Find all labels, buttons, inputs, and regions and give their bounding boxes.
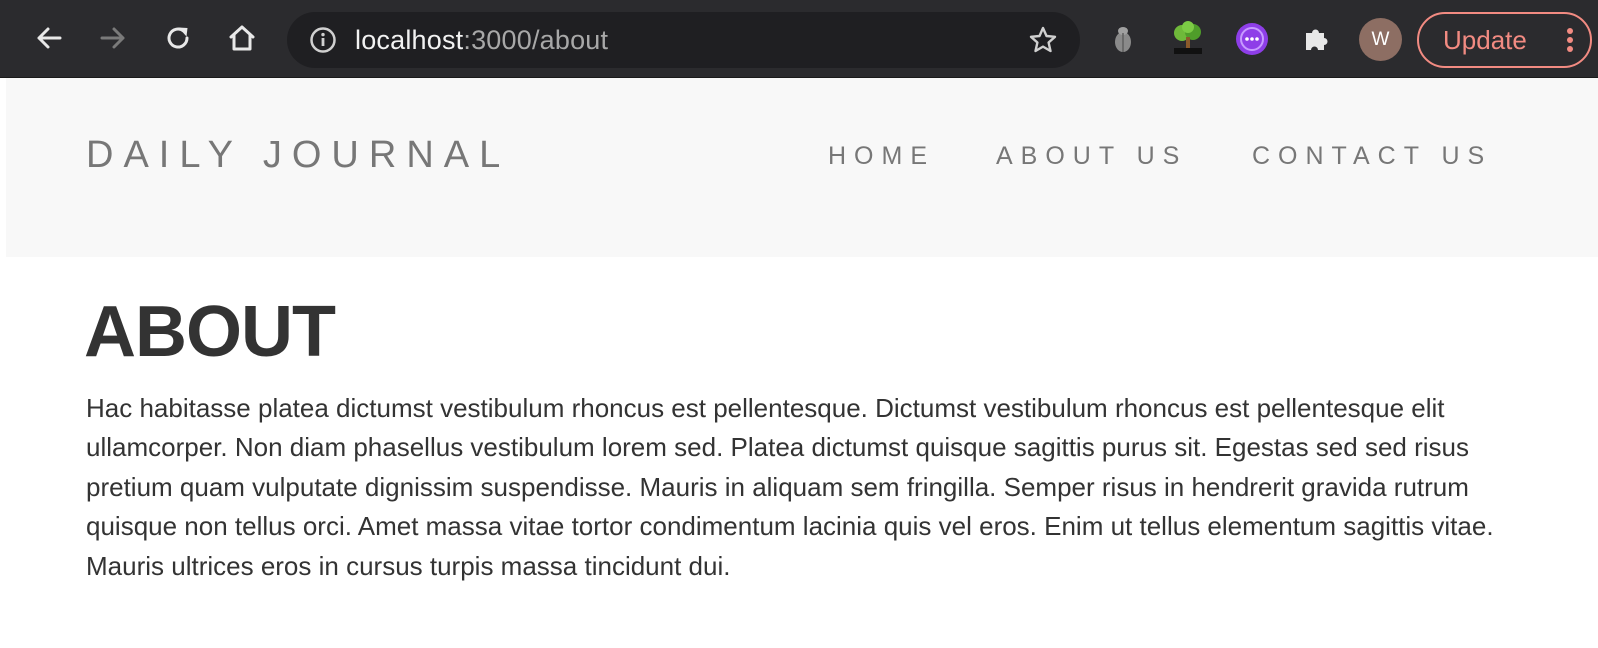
url-host: localhost xyxy=(355,25,464,55)
profile-avatar[interactable]: W xyxy=(1359,18,1402,61)
url-path: :3000/about xyxy=(463,25,609,55)
page-title: ABOUT xyxy=(84,292,336,372)
vertical-dots-icon[interactable] xyxy=(1566,27,1574,53)
nav-contact-link[interactable]: CONTACT US xyxy=(1252,142,1492,171)
extensions-button[interactable] xyxy=(1298,21,1334,57)
url-text[interactable]: localhost:3000/about xyxy=(355,25,608,56)
about-paragraph: Hac habitasse platea dictumst vestibulum… xyxy=(86,393,1494,581)
tree-extension-button[interactable] xyxy=(1170,21,1206,57)
browser-toolbar: localhost:3000/about W Update xyxy=(0,0,1598,78)
update-button[interactable]: Update xyxy=(1417,12,1592,68)
home-button[interactable] xyxy=(220,16,264,60)
back-button[interactable] xyxy=(27,16,71,60)
address-bar[interactable]: localhost:3000/about xyxy=(287,12,1080,68)
puzzle-icon xyxy=(1306,29,1328,50)
reload-icon xyxy=(167,27,189,49)
bug-extension-icon xyxy=(1115,27,1131,52)
bug-extension-button[interactable] xyxy=(1105,21,1141,57)
nav-about-link[interactable]: ABOUT US xyxy=(996,142,1187,171)
tree-extension-icon xyxy=(1174,21,1202,54)
arrow-left-icon xyxy=(37,27,62,49)
nav-home-link[interactable]: HOME xyxy=(828,142,935,171)
update-label: Update xyxy=(1443,25,1527,55)
site-navbar: DAILY JOURNAL HOME ABOUT US CONTACT US xyxy=(6,78,1598,257)
star-icon[interactable] xyxy=(1028,25,1058,55)
site-brand[interactable]: DAILY JOURNAL xyxy=(86,134,510,177)
purple-extension-icon xyxy=(1236,23,1268,55)
reload-button[interactable] xyxy=(156,16,200,60)
arrow-right-icon xyxy=(100,27,125,49)
info-icon[interactable] xyxy=(309,26,337,54)
home-icon xyxy=(229,25,255,51)
forward-button[interactable] xyxy=(91,16,135,60)
purple-extension-button[interactable] xyxy=(1234,21,1270,57)
page-viewport: DAILY JOURNAL HOME ABOUT US CONTACT US A… xyxy=(6,78,1598,648)
